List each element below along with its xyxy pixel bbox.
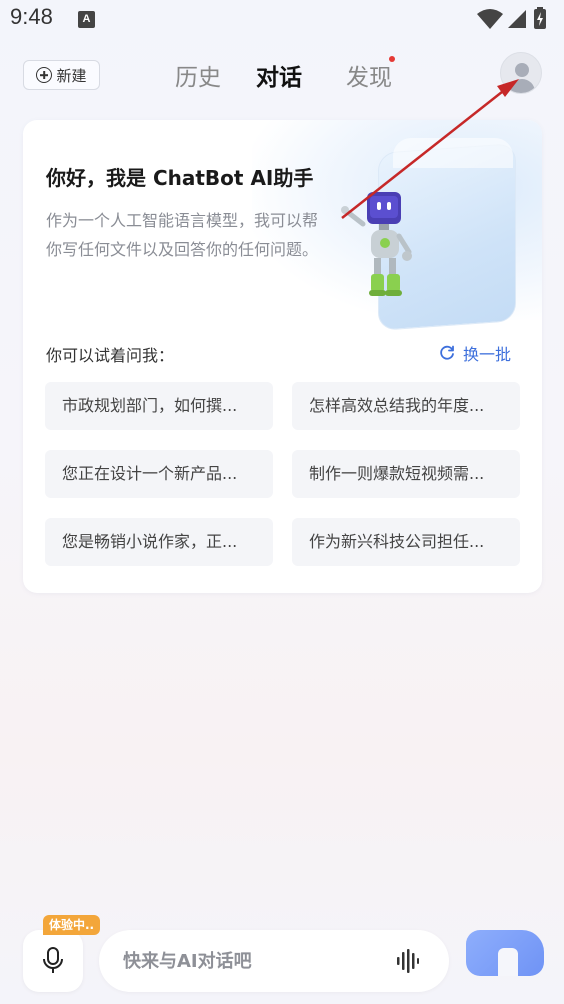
status-bar: 9:48 A	[0, 0, 564, 40]
assistant-intro: 作为一个人工智能语言模型，我可以帮你写任何文件以及回答你的任何问题。	[46, 211, 319, 259]
new-chat-label: 新建	[56, 66, 87, 85]
refresh-label: 换一批	[463, 345, 512, 364]
new-chat-button[interactable]: 新建	[23, 60, 100, 90]
signal-icon	[508, 10, 526, 28]
plus-circle-icon	[36, 67, 53, 83]
suggestion-chip[interactable]: 怎样高效总结我的年度...	[292, 382, 520, 430]
battery-charging-icon	[534, 7, 546, 29]
refresh-suggestions-button[interactable]: 换一批	[439, 341, 511, 365]
tab-discover[interactable]: 发现	[346, 58, 392, 92]
assistant-greeting: 你好，我是 ChatBot AI助手	[46, 166, 314, 190]
suggestion-chip[interactable]: 作为新兴科技公司担任...	[292, 518, 520, 566]
tab-chat[interactable]: 对话	[256, 58, 302, 92]
microphone-icon	[43, 947, 63, 973]
discover-badge-dot	[389, 56, 395, 62]
user-avatar-icon[interactable]	[500, 52, 542, 94]
suggestion-chip[interactable]: 您是畅销小说作家，正...	[45, 518, 273, 566]
robot-mascot-illustration	[341, 192, 412, 296]
suggestion-chip[interactable]: 您正在设计一个新产品...	[45, 450, 273, 498]
chat-input-bar	[99, 930, 449, 992]
status-icons	[476, 6, 550, 32]
trial-badge: 体验中..	[43, 915, 101, 935]
voice-input-button[interactable]	[23, 930, 83, 992]
status-time: 9:48	[10, 4, 53, 29]
suggestion-chip[interactable]: 制作一则爆款短视频需...	[292, 450, 520, 498]
notification-app-icon: A	[78, 11, 95, 28]
chat-input[interactable]	[99, 930, 379, 992]
welcome-card: 你好，我是 ChatBot AI助手 作为一个人工智能语言模型，我可以帮你写任何…	[23, 120, 542, 593]
suggestion-chip[interactable]: 市政规划部门，如何撰...	[45, 382, 273, 430]
suggestions-heading: 你可以试着问我：	[46, 346, 175, 365]
voice-wave-icon[interactable]	[397, 949, 419, 973]
send-button[interactable]	[466, 930, 544, 976]
tab-history[interactable]: 历史	[175, 58, 221, 92]
wifi-icon	[477, 9, 503, 29]
refresh-icon	[440, 345, 454, 360]
